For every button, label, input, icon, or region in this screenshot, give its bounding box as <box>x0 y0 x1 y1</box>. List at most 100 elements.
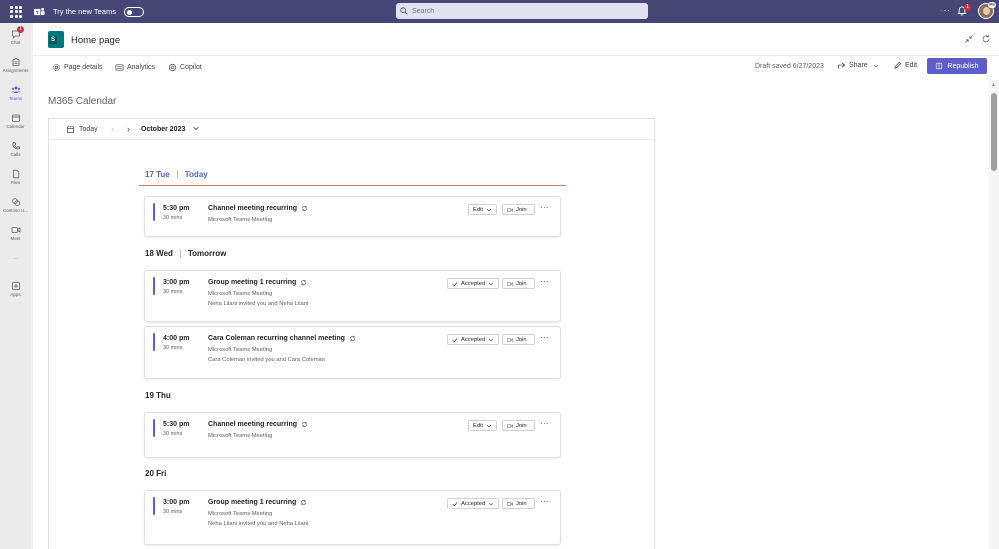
scroll-up-arrow-icon[interactable]: ▲ <box>991 82 996 88</box>
rail-item-chat[interactable]: 1 Chat <box>0 26 31 45</box>
event-join-button[interactable]: Join <box>502 334 535 345</box>
rail-item-assignments[interactable]: Assignments <box>0 57 31 73</box>
avatar-status-badge: P5 <box>988 2 996 8</box>
share-button[interactable]: Share <box>837 61 882 70</box>
page-details-button[interactable]: Page details <box>52 62 103 72</box>
day-separator <box>176 170 178 179</box>
republish-button[interactable]: Republish <box>927 58 987 74</box>
previous-chevron-icon[interactable]: ‹ <box>111 124 114 134</box>
event-response-button[interactable]: Accepted <box>447 278 500 289</box>
event-card[interactable]: 3:00 pm 30 mins Group meeting 1 recurrin… <box>144 490 561 545</box>
event-title-text: Group meeting 1 recurring <box>208 279 297 286</box>
video-camera-icon <box>507 207 513 212</box>
event-response-label: Accepted <box>461 280 486 287</box>
event-more-icon[interactable]: ··· <box>540 498 549 506</box>
edit-page-button[interactable]: Edit <box>893 61 917 70</box>
new-teams-toggle[interactable] <box>123 6 144 17</box>
scrollbar-thumb[interactable] <box>991 93 997 171</box>
event-more-icon[interactable]: ··· <box>540 420 549 428</box>
notification-badge: 1 <box>964 4 971 11</box>
day-header: 19 Thu <box>145 391 171 400</box>
rail-item-files[interactable]: Files <box>0 169 31 185</box>
event-duration: 30 mins <box>163 345 183 351</box>
gear-icon <box>53 63 60 71</box>
checkmark-icon <box>452 281 458 286</box>
edit-label: Edit <box>905 62 918 69</box>
recurring-icon <box>302 421 308 428</box>
event-invite-text: Neha Lilani invited you and Neha Lilani <box>208 521 309 527</box>
app-launcher-icon[interactable] <box>9 5 23 19</box>
share-label: Share <box>849 62 868 69</box>
event-card[interactable]: 5:30 pm 30 mins Channel meeting recurrin… <box>144 196 561 237</box>
chat-badge: 1 <box>17 26 24 33</box>
rail-item-apps[interactable]: Apps <box>0 281 31 297</box>
rail-item-teams[interactable]: Teams <box>0 85 31 101</box>
month-label[interactable]: October 2023 <box>141 126 185 133</box>
day-header: 18 Wed Tomorrow <box>145 249 226 258</box>
video-camera-icon <box>507 337 513 342</box>
event-title-text: Channel meeting recurring <box>208 205 298 212</box>
more-options-icon[interactable]: ··· <box>940 5 951 15</box>
chevron-down-icon <box>486 424 492 427</box>
collapse-icon[interactable] <box>964 34 974 44</box>
event-card[interactable]: 4:00 pm 30 mins Cara Coleman recurring c… <box>144 326 561 379</box>
event-time: 5:30 pm <box>163 421 190 428</box>
event-duration: 30 mins <box>163 509 183 515</box>
rail-item-label: Meet <box>10 236 21 241</box>
draft-status: Draft saved 6/27/2023 <box>755 63 824 70</box>
event-color-bar <box>153 203 155 221</box>
event-join-label: Join <box>516 336 527 343</box>
analytics-button[interactable]: Analytics <box>115 62 155 72</box>
chevron-down-icon[interactable] <box>192 124 200 132</box>
event-card[interactable]: 3:00 pm 30 mins Group meeting 1 recurrin… <box>144 270 561 322</box>
search-input[interactable] <box>412 7 632 15</box>
rail-item-contoso[interactable]: Contoso U... <box>0 197 31 213</box>
calendar-icon <box>11 114 20 122</box>
event-more-icon[interactable]: ··· <box>540 334 549 342</box>
video-camera-icon <box>507 423 513 428</box>
event-color-bar <box>153 419 155 437</box>
event-join-button[interactable]: Join <box>502 498 535 509</box>
event-more-icon[interactable]: ··· <box>540 204 549 212</box>
rail-item-meet[interactable]: Meet <box>0 225 31 241</box>
search-box[interactable] <box>396 3 648 19</box>
recurring-icon <box>302 205 308 212</box>
day-label: 17 Tue <box>145 170 170 179</box>
rail-item-label: Teams <box>8 96 23 101</box>
sharepoint-page-icon <box>48 31 64 48</box>
checkmark-icon <box>452 337 458 342</box>
event-response-button[interactable]: Accepted <box>447 498 500 509</box>
section-title: M365 Calendar <box>48 96 117 107</box>
rail-item-calls[interactable]: Calls <box>0 141 31 157</box>
event-edit-button[interactable]: Edit <box>468 204 497 215</box>
event-edit-button[interactable]: Edit <box>468 420 497 431</box>
recurring-icon <box>349 335 355 342</box>
event-subtitle: Microsoft Teams Meeting <box>208 433 273 439</box>
header-divider <box>33 55 999 56</box>
copilot-button[interactable]: Copilot <box>168 62 202 72</box>
event-card[interactable]: 5:30 pm 30 mins Channel meeting recurrin… <box>144 412 561 458</box>
event-title-text: Channel meeting recurring <box>208 421 298 428</box>
app-rail: 1 Chat Assignments Teams Calendar Calls … <box>0 23 31 549</box>
event-more-icon[interactable]: ··· <box>540 278 549 286</box>
rail-item-label: Contoso U... <box>2 208 28 213</box>
event-join-button[interactable]: Join <box>502 204 535 215</box>
event-title: Channel meeting recurring <box>208 421 308 428</box>
rail-item-calendar[interactable]: Calendar <box>0 113 31 129</box>
event-join-button[interactable]: Join <box>502 420 535 431</box>
chevron-down-icon <box>488 282 494 285</box>
event-response-button[interactable]: Accepted <box>447 334 500 345</box>
rail-item-more-apps[interactable]: ··· <box>0 255 31 261</box>
event-time: 4:00 pm <box>163 335 190 342</box>
svg-text:T: T <box>36 9 39 14</box>
chevron-down-icon <box>873 64 878 67</box>
event-join-button[interactable]: Join <box>502 278 535 289</box>
next-chevron-icon[interactable]: › <box>127 124 130 134</box>
refresh-icon[interactable] <box>981 34 991 44</box>
today-button[interactable]: Today <box>66 125 98 134</box>
day-label: 20 Fri <box>145 469 167 478</box>
event-subtitle: Microsoft Teams Meeting <box>208 347 273 353</box>
event-title: Channel meeting recurring <box>208 205 308 212</box>
event-time: 5:30 pm <box>163 205 190 212</box>
contoso-app-icon <box>11 198 20 206</box>
